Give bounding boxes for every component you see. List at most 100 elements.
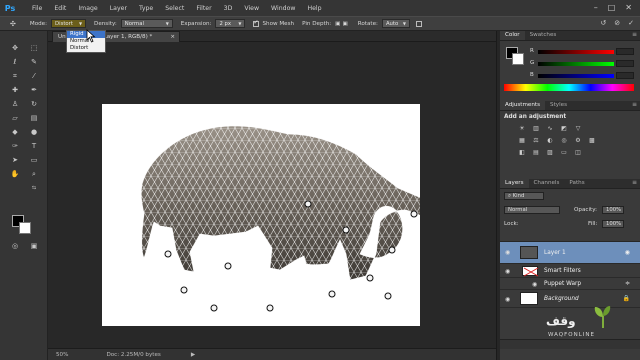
close-tab-icon[interactable]: × (170, 32, 175, 42)
gradient-tool-icon[interactable]: ▤ (29, 113, 39, 123)
document-canvas[interactable] (102, 104, 459, 326)
eyedropper-tool-icon[interactable]: ⁄ (29, 71, 39, 81)
brightness-icon[interactable]: ☀ (518, 125, 526, 132)
red-slider[interactable] (538, 50, 614, 54)
pin-icon[interactable] (410, 210, 418, 218)
menu-filter[interactable]: Filter (196, 5, 211, 12)
pen-tool-icon[interactable]: ✑ (10, 141, 20, 151)
show-mesh-checkbox[interactable] (253, 19, 260, 27)
posterize-icon[interactable]: ▤ (532, 149, 540, 156)
vibrance-icon[interactable]: ▽ (574, 125, 582, 132)
pin-icon[interactable] (384, 292, 392, 300)
lasso-tool-icon[interactable]: ℓ (10, 57, 20, 67)
maximize-icon[interactable]: □ (608, 3, 616, 12)
shape-tool-icon[interactable]: ▭ (29, 155, 39, 165)
color-lookup-icon[interactable]: ▩ (588, 137, 596, 144)
pin-icon[interactable] (266, 304, 274, 312)
layer-row-layer-1[interactable]: ◉ Layer 1 ◉ (500, 242, 640, 264)
channel-mixer-icon[interactable]: ⚙ (574, 137, 582, 144)
black-white-icon[interactable]: ◐ (546, 137, 554, 144)
type-tool-icon[interactable]: T (29, 141, 39, 151)
tab-color[interactable]: Color (500, 31, 525, 40)
eye-icon[interactable]: ◉ (532, 281, 537, 288)
curves-icon[interactable]: ∿ (546, 125, 554, 132)
crop-tool-icon[interactable]: ⌗ (10, 71, 20, 81)
green-value-field[interactable] (616, 60, 634, 67)
exposure-icon[interactable]: ◩ (560, 125, 568, 132)
canvas-area[interactable] (48, 42, 496, 348)
menu-type[interactable]: Type (139, 5, 153, 12)
quick-mask-icon[interactable]: ◎ (10, 241, 20, 251)
gradient-map-icon[interactable]: ▭ (560, 149, 568, 156)
blue-slider[interactable] (538, 74, 614, 78)
tab-paths[interactable]: Paths (564, 179, 589, 188)
commit-icon[interactable]: ✓ (628, 19, 634, 27)
layer-row-puppet-warp[interactable]: ◉ Puppet Warp ≑ (500, 278, 640, 290)
panel-menu-icon[interactable]: ≡ (632, 31, 637, 38)
path-selection-tool-icon[interactable]: ➤ (10, 155, 20, 165)
pin-icon[interactable] (180, 286, 188, 294)
zoom-tool-icon[interactable]: ⌕ (29, 169, 39, 179)
filter-options-icon[interactable]: ≑ (625, 280, 630, 287)
menu-image[interactable]: Image (78, 5, 97, 12)
tab-swatches[interactable]: Swatches (525, 31, 562, 40)
pin-depth-back-icon[interactable]: ▣ (342, 21, 347, 27)
levels-icon[interactable]: ▥ (532, 125, 540, 132)
pin-icon[interactable] (342, 226, 350, 234)
tab-adjustments[interactable]: Adjustments (500, 101, 546, 110)
pin-icon[interactable] (388, 246, 396, 254)
menu-view[interactable]: View (244, 5, 259, 12)
elephant-image[interactable] (102, 104, 459, 326)
menu-file[interactable]: File (32, 5, 42, 12)
chevron-right-icon[interactable]: ▶ (191, 352, 195, 358)
pin-icon[interactable] (328, 290, 336, 298)
color-balance-icon[interactable]: ⚖ (532, 137, 540, 144)
cancel-icon[interactable]: ⊘ (614, 19, 620, 27)
close-icon[interactable]: ✕ (625, 3, 632, 12)
eye-icon[interactable]: ◉ (505, 249, 510, 256)
mode-select[interactable]: Distort ▼ (51, 19, 87, 28)
red-value-field[interactable] (616, 48, 634, 55)
screen-mode-icon[interactable]: ▣ (29, 241, 39, 251)
puppet-warp-icon[interactable]: ✣ (10, 20, 16, 28)
panel-menu-icon[interactable]: ≡ (632, 101, 637, 108)
eraser-tool-icon[interactable]: ▱ (10, 113, 20, 123)
layer-row-smart-filters[interactable]: ◉ Smart Filters (500, 264, 640, 278)
panel-background-swatch[interactable] (512, 53, 524, 65)
blue-value-field[interactable] (616, 72, 634, 79)
layer-filter-select[interactable]: ⌕ Kind (504, 192, 544, 200)
opacity-field[interactable]: 100% (602, 206, 624, 214)
rotate-fixed-checkbox[interactable] (415, 20, 422, 27)
blend-mode-select[interactable]: Normal (504, 206, 560, 214)
quick-select-tool-icon[interactable]: ✎ (29, 57, 39, 67)
photo-filter-icon[interactable]: ◎ (560, 137, 568, 144)
pin-icon[interactable] (366, 274, 374, 282)
history-brush-tool-icon[interactable]: ↻ (29, 99, 39, 109)
rotate-select[interactable]: Auto ▼ (381, 19, 410, 28)
spot-healing-tool-icon[interactable]: ✚ (10, 85, 20, 95)
green-slider[interactable] (538, 62, 614, 66)
brush-tool-icon[interactable]: ✒ (29, 85, 39, 95)
reset-icon[interactable]: ↺ (600, 19, 606, 27)
pin-icon[interactable] (224, 262, 232, 270)
tab-styles[interactable]: Styles (545, 101, 572, 110)
tab-channels[interactable]: Channels (529, 179, 565, 188)
selective-color-icon[interactable]: ◫ (574, 149, 582, 156)
mode-option-distort[interactable]: Distort (67, 45, 105, 52)
swap-colors-icon[interactable]: ⇆ (29, 183, 39, 193)
eye-icon[interactable]: ◉ (505, 296, 510, 303)
minimize-icon[interactable]: – (594, 3, 598, 12)
pin-icon[interactable] (304, 200, 312, 208)
layer-row-background[interactable]: ◉ Background 🔒 (500, 290, 640, 308)
move-tool-icon[interactable]: ✥ (10, 43, 20, 53)
menu-window[interactable]: Window (271, 5, 295, 12)
menu-select[interactable]: Select (165, 5, 184, 12)
invert-icon[interactable]: ◧ (518, 149, 526, 156)
expansion-select[interactable]: 2 px ▼ (215, 19, 246, 28)
fill-field[interactable]: 100% (602, 220, 624, 228)
eye-icon[interactable]: ◉ (505, 268, 510, 275)
density-select[interactable]: Normal ▼ (120, 19, 173, 28)
tab-layers[interactable]: Layers (500, 179, 529, 188)
pin-icon[interactable] (164, 250, 172, 258)
menu-3d[interactable]: 3D (224, 5, 233, 12)
